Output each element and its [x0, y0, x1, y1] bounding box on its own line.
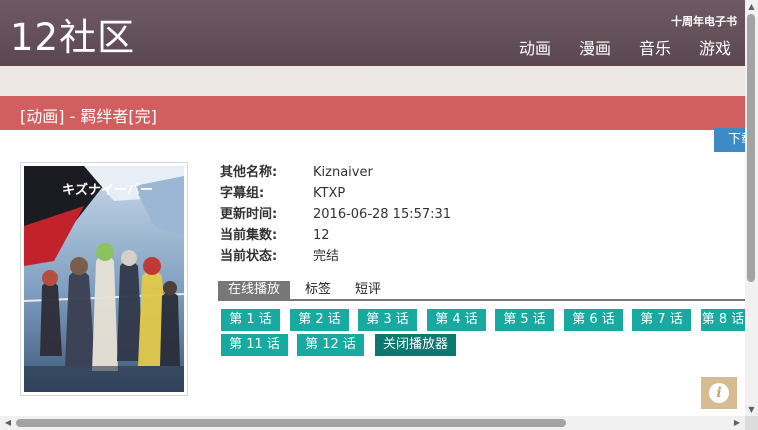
detail-tabs: 在线播放 标签 短评	[218, 281, 745, 301]
scroll-down-arrow-icon[interactable]: ▼	[747, 405, 756, 414]
info-float-button[interactable]: i	[701, 377, 737, 409]
anime-poster-image: キズナイーバー	[24, 166, 184, 392]
poster-title-text: キズナイーバー	[62, 182, 153, 198]
episode-button[interactable]: 第 12 话	[297, 334, 364, 356]
info-row-subgroup: 字幕组: KTXP	[220, 183, 345, 204]
tab-online-play[interactable]: 在线播放	[218, 281, 290, 299]
info-value: 完结	[313, 249, 340, 264]
info-label: 字幕组:	[220, 186, 265, 201]
nav-item-music[interactable]: 音乐	[625, 38, 685, 60]
info-icon: i	[709, 383, 729, 403]
episode-button[interactable]: 第 2 话	[290, 309, 349, 331]
nav-item-anime[interactable]: 动画	[505, 38, 565, 60]
scroll-up-arrow-icon[interactable]: ▲	[747, 2, 756, 11]
nav-item-manga[interactable]: 漫画	[565, 38, 625, 60]
vertical-scrollbar-thumb[interactable]	[747, 14, 755, 282]
episode-button[interactable]: 第 6 话	[564, 309, 623, 331]
poster-illustration: キズナイーバー	[24, 166, 184, 392]
episode-button[interactable]: 第 1 话	[221, 309, 280, 331]
episode-button[interactable]: 第 8 话	[701, 309, 745, 331]
close-player-button[interactable]: 关闭播放器	[375, 334, 456, 356]
horizontal-scrollbar-thumb[interactable]	[16, 419, 566, 427]
episode-button[interactable]: 第 5 话	[495, 309, 554, 331]
scroll-left-arrow-icon[interactable]: ◀	[3, 418, 13, 428]
info-row-status: 当前状态: 完结	[220, 246, 339, 267]
poster-frame: キズナイーバー	[20, 162, 188, 396]
header-band	[0, 66, 745, 96]
episode-button[interactable]: 第 3 话	[358, 309, 417, 331]
title-bar: [动画] - 羁绊者[完]	[0, 96, 745, 130]
tab-comments[interactable]: 短评	[350, 281, 386, 299]
site-logo[interactable]: 12社区	[10, 14, 135, 62]
tab-tags[interactable]: 标签	[300, 281, 336, 299]
scrollbar-corner	[745, 416, 758, 430]
info-value: 2016-06-28 15:57:31	[313, 207, 452, 222]
info-value: 12	[313, 228, 330, 243]
info-value: KTXP	[313, 186, 346, 201]
info-row-episodes: 当前集数: 12	[220, 225, 330, 246]
nav-item-games[interactable]: 游戏	[685, 38, 745, 60]
episode-button[interactable]: 第 11 话	[221, 334, 288, 356]
main-nav: 动画 漫画 音乐 游戏	[505, 38, 745, 60]
info-label: 其他名称:	[220, 165, 278, 180]
info-row-alias: 其他名称: Kiznaiver	[220, 162, 373, 183]
info-label: 当前状态:	[220, 249, 278, 264]
scroll-right-arrow-icon[interactable]: ▶	[732, 418, 742, 428]
info-label: 更新时间:	[220, 207, 278, 222]
page-title: [动画] - 羁绊者[完]	[20, 107, 157, 126]
info-row-updated: 更新时间: 2016-06-28 15:57:31	[220, 204, 451, 225]
info-label: 当前集数:	[220, 228, 278, 243]
promo-link[interactable]: 十周年电子书	[671, 13, 737, 29]
episode-button[interactable]: 第 4 话	[427, 309, 486, 331]
download-button[interactable]: 下载	[714, 128, 745, 152]
episode-button[interactable]: 第 7 话	[632, 309, 691, 331]
site-header: 12社区 十周年电子书 动画 漫画 音乐 游戏	[0, 0, 745, 66]
info-value: Kiznaiver	[313, 165, 373, 180]
